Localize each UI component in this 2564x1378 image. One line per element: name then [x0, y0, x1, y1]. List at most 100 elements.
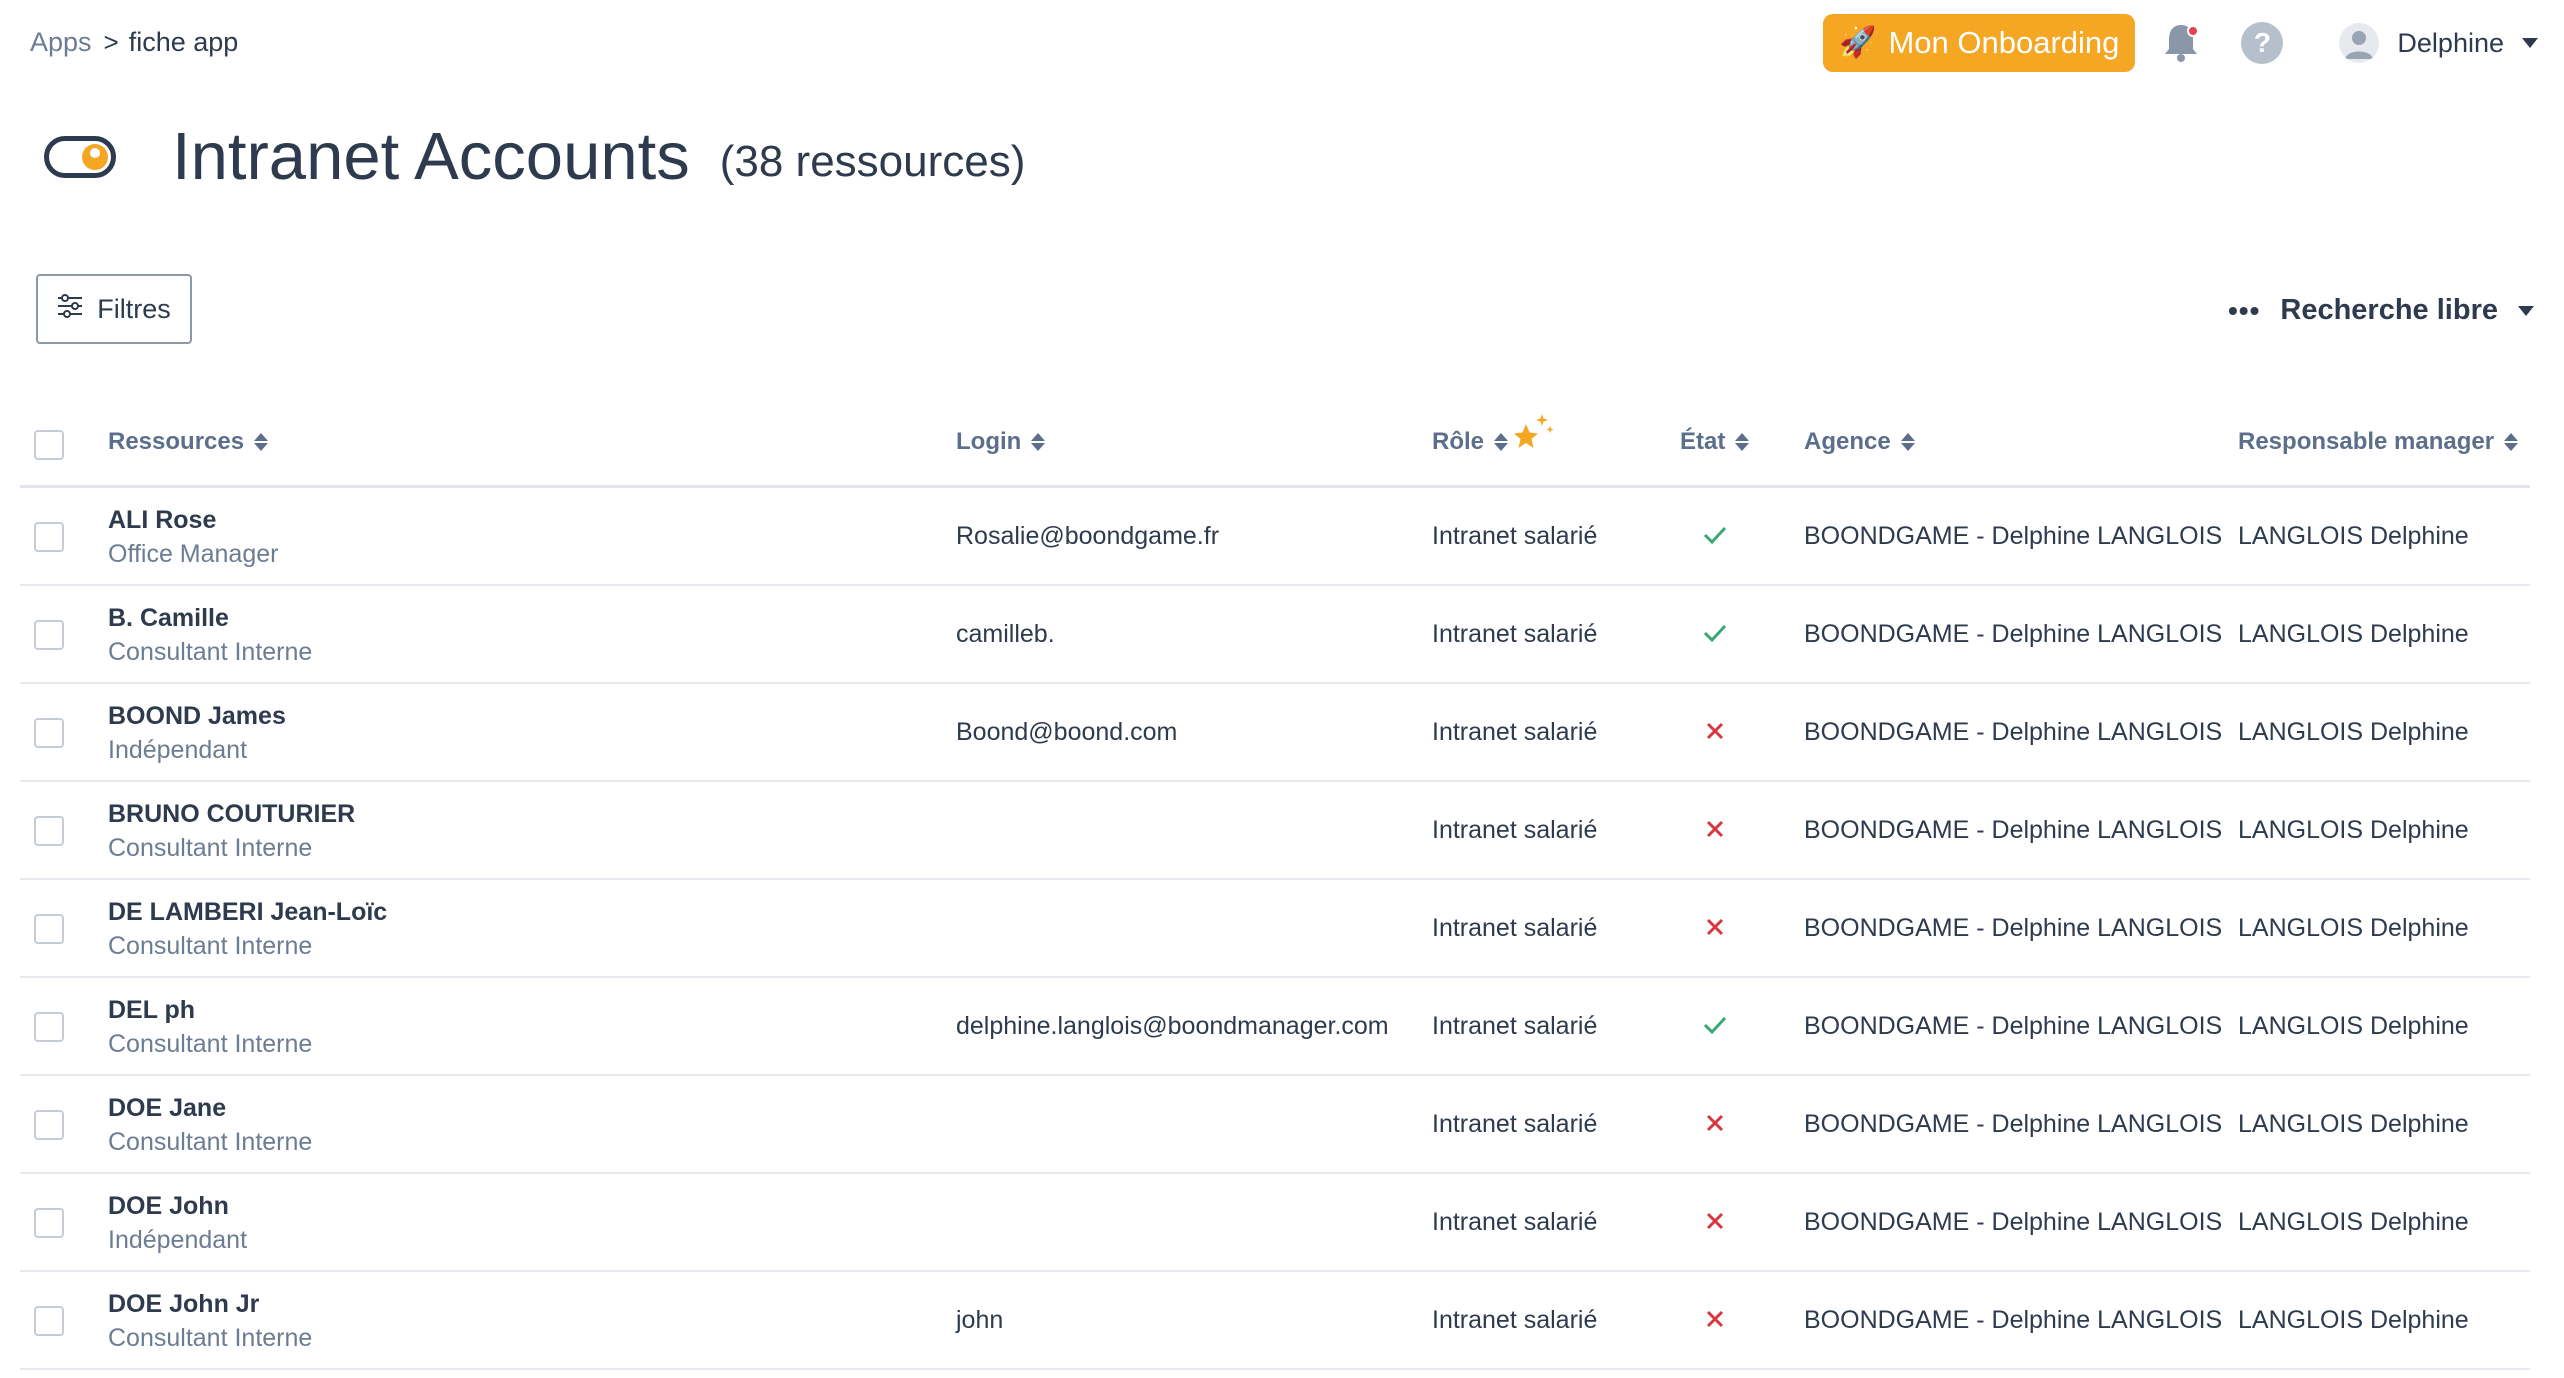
- chevron-down-icon: [2522, 38, 2538, 48]
- role-value: Intranet salarié: [1432, 620, 1598, 648]
- agency-value: BOONDGAME - Delphine LANGLOIS: [1804, 1110, 2223, 1138]
- manager-value: LANGLOIS Delphine: [2238, 816, 2469, 844]
- bell-icon[interactable]: [2157, 19, 2205, 67]
- breadcrumb-separator: >: [103, 27, 119, 57]
- agency-value: BOONDGAME - Delphine LANGLOIS: [1804, 914, 2223, 942]
- resource-type: Office Manager: [108, 540, 279, 568]
- page: Apps > fiche app 🚀 Mon Onboarding ? Delp…: [0, 0, 2564, 1378]
- column-header-login[interactable]: Login: [956, 428, 1046, 456]
- resource-name[interactable]: BRUNO COUTURIER: [108, 800, 355, 829]
- manager-value: LANGLOIS Delphine: [2238, 522, 2469, 550]
- breadcrumb-current: fiche app: [128, 27, 239, 57]
- free-search-dropdown[interactable]: ••• Recherche libre: [2228, 294, 2534, 327]
- row-checkbox[interactable]: [34, 1306, 64, 1336]
- column-header-agence[interactable]: Agence: [1804, 428, 1915, 456]
- more-dots-icon: •••: [2227, 294, 2261, 326]
- resource-name[interactable]: B. Camille: [108, 604, 229, 633]
- role-value: Intranet salarié: [1432, 718, 1598, 746]
- sliders-icon: [57, 293, 83, 325]
- login-value: john: [956, 1306, 1004, 1334]
- login-value: delphine.langlois@boondmanager.com: [956, 1012, 1389, 1040]
- cross-icon: [1700, 912, 1730, 942]
- row-checkbox[interactable]: [34, 620, 64, 650]
- breadcrumb-apps-link[interactable]: Apps: [30, 24, 92, 60]
- row-checkbox[interactable]: [34, 1012, 64, 1042]
- cross-icon: [1700, 1206, 1730, 1236]
- sort-icon: [1735, 433, 1750, 451]
- table-row[interactable]: DEL ph Consultant Interne delphine.langl…: [20, 978, 2530, 1076]
- manager-value: LANGLOIS Delphine: [2238, 718, 2469, 746]
- agency-value: BOONDGAME - Delphine LANGLOIS: [1804, 1012, 2223, 1040]
- table-row[interactable]: ALI Rose Office Manager Rosalie@boondgam…: [20, 488, 2530, 586]
- select-all-checkbox[interactable]: [34, 430, 64, 460]
- cross-icon: [1700, 1304, 1730, 1334]
- table-row[interactable]: BRUNO COUTURIER Consultant Interne Intra…: [20, 782, 2530, 880]
- onboarding-button[interactable]: 🚀 Mon Onboarding: [1823, 14, 2136, 72]
- resource-name[interactable]: DEL ph: [108, 996, 195, 1025]
- chevron-down-icon: [2518, 305, 2534, 316]
- resource-name[interactable]: DOE Jane: [108, 1094, 226, 1123]
- role-value: Intranet salarié: [1432, 1306, 1598, 1334]
- user-menu[interactable]: Delphine: [2339, 23, 2538, 63]
- resource-name[interactable]: DE LAMBERI Jean-Loïc: [108, 898, 387, 927]
- resource-type: Indépendant: [108, 736, 248, 764]
- role-value: Intranet salarié: [1432, 1110, 1598, 1138]
- resource-name[interactable]: DOE John Jr: [108, 1290, 259, 1319]
- resource-count: (38 ressources): [719, 136, 1026, 186]
- agency-value: BOONDGAME - Delphine LANGLOIS: [1804, 522, 2223, 550]
- manager-value: LANGLOIS Delphine: [2238, 1110, 2469, 1138]
- column-header-role[interactable]: Rôle: [1432, 428, 1509, 456]
- row-checkbox[interactable]: [34, 1110, 64, 1140]
- table-row[interactable]: BOOND James Indépendant Boond@boond.com …: [20, 684, 2530, 782]
- resource-type: Consultant Interne: [108, 1030, 313, 1058]
- app-toggle-icon: [44, 135, 116, 178]
- help-icon[interactable]: ?: [2241, 22, 2284, 64]
- sort-icon: [1031, 433, 1046, 451]
- login-value: camilleb.: [956, 620, 1055, 648]
- login-value: Boond@boond.com: [956, 718, 1178, 746]
- table-row[interactable]: B. Camille Consultant Interne camilleb. …: [20, 586, 2530, 684]
- row-checkbox[interactable]: [34, 718, 64, 748]
- check-icon: [1700, 1010, 1730, 1040]
- manager-value: LANGLOIS Delphine: [2238, 1012, 2469, 1040]
- resource-type: Consultant Interne: [108, 834, 313, 862]
- cross-icon: [1700, 814, 1730, 844]
- table-row[interactable]: DOE John Jr Consultant Interne john Intr…: [20, 1272, 2530, 1370]
- filters-label: Filtres: [97, 293, 171, 324]
- row-checkbox[interactable]: [34, 522, 64, 552]
- role-value: Intranet salarié: [1432, 1012, 1598, 1040]
- table-row[interactable]: DOE Jane Consultant Interne Intranet sal…: [20, 1076, 2530, 1174]
- manager-value: LANGLOIS Delphine: [2238, 1208, 2469, 1236]
- title-row: Intranet Accounts (38 ressources): [44, 118, 1025, 195]
- column-header-ressources[interactable]: Ressources: [108, 428, 269, 456]
- avatar-icon: [2339, 23, 2380, 63]
- resource-name[interactable]: ALI Rose: [108, 506, 216, 535]
- agency-value: BOONDGAME - Delphine LANGLOIS: [1804, 816, 2223, 844]
- resources-table: Ressources Login Rôle État Agence Respon…: [20, 396, 2530, 1370]
- header-actions: 🚀 Mon Onboarding ? Delphine: [1823, 14, 2564, 72]
- user-name: Delphine: [2397, 27, 2504, 58]
- table-header: Ressources Login Rôle État Agence Respon…: [20, 396, 2530, 488]
- rocket-icon: 🚀: [1839, 26, 1877, 59]
- row-checkbox[interactable]: [34, 1208, 64, 1238]
- free-search-label: Recherche libre: [2280, 294, 2498, 326]
- row-checkbox[interactable]: [34, 914, 64, 944]
- filters-button[interactable]: Filtres: [36, 274, 192, 344]
- resource-name[interactable]: DOE John: [108, 1192, 229, 1221]
- sort-icon: [1494, 433, 1509, 451]
- column-header-manager[interactable]: Responsable manager: [2238, 428, 2519, 456]
- table-row[interactable]: DE LAMBERI Jean-Loïc Consultant Interne …: [20, 880, 2530, 978]
- check-icon: [1700, 520, 1730, 550]
- onboarding-label: Mon Onboarding: [1888, 25, 2120, 60]
- column-header-etat[interactable]: État: [1680, 428, 1750, 456]
- resource-type: Consultant Interne: [108, 638, 313, 666]
- resource-name[interactable]: BOOND James: [108, 702, 286, 731]
- row-checkbox[interactable]: [34, 816, 64, 846]
- role-value: Intranet salarié: [1432, 914, 1598, 942]
- table-row[interactable]: DOE John Indépendant Intranet salarié BO…: [20, 1174, 2530, 1272]
- sparkle-star-icon: [1510, 410, 1556, 456]
- agency-value: BOONDGAME - Delphine LANGLOIS: [1804, 620, 2223, 648]
- check-icon: [1700, 618, 1730, 648]
- breadcrumb: Apps > fiche app: [30, 24, 238, 60]
- page-title: Intranet Accounts: [172, 119, 690, 194]
